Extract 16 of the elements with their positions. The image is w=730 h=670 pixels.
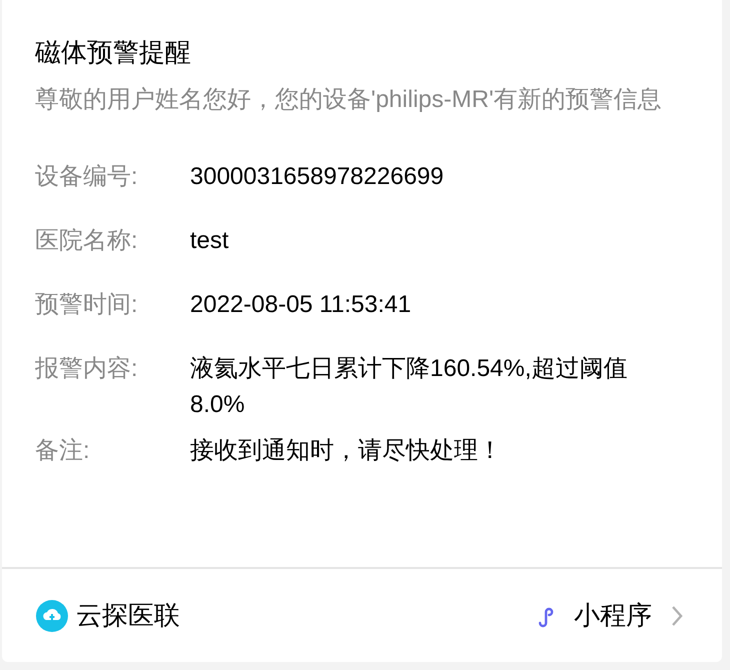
field-label: 报警内容:: [35, 354, 139, 384]
card-subtitle: 尊敬的用户姓名您好，您的设备'philips-MR'有新的预警信息: [35, 85, 663, 115]
field-label: 预警时间:: [35, 290, 139, 320]
field-label: 备注:: [35, 436, 91, 466]
field-value: 接收到通知时，请尽快处理！: [190, 436, 503, 466]
chevron-right-icon: [670, 604, 684, 628]
field-label: 设备编号:: [35, 162, 139, 192]
field-value: test: [190, 226, 230, 256]
cloud-logo-icon: [36, 600, 68, 632]
mini-program-link[interactable]: 小程序: [536, 596, 652, 635]
field-label: 医院名称:: [35, 226, 139, 256]
field-value: 3000031658978226699: [190, 162, 445, 192]
field-value: 液氦水平七日累计下降160.54%,超过阈值8.0%: [190, 354, 628, 420]
account-name: 云探医联: [76, 599, 180, 632]
field-value: 2022-08-05 11:53:41: [190, 290, 412, 320]
card-title: 磁体预警提醒: [35, 36, 192, 69]
